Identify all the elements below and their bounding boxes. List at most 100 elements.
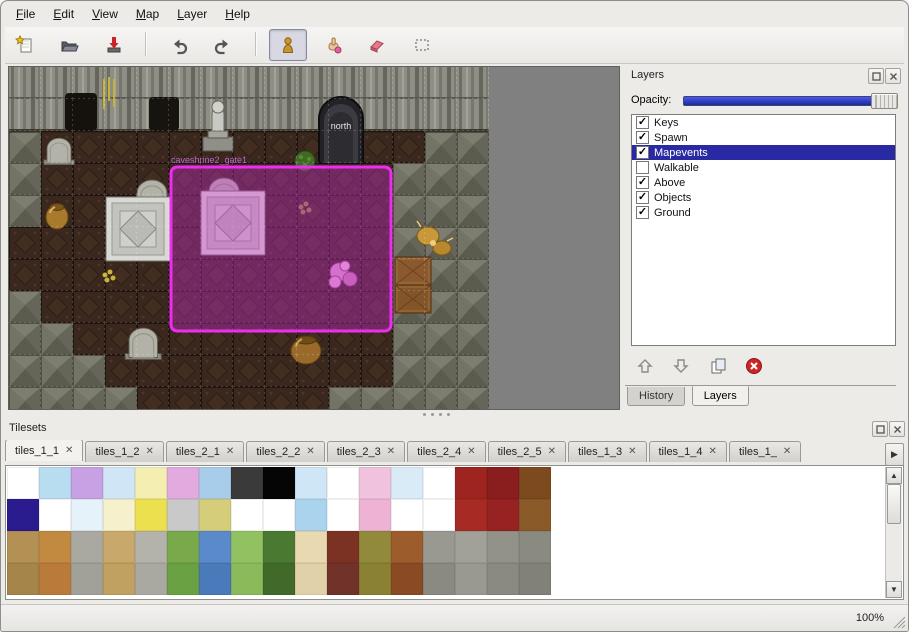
layer-visibility-checkbox[interactable]: ✓ [636, 116, 649, 129]
menu-item-help[interactable]: Help [216, 4, 259, 24]
tileset-tab-tiles_1_4[interactable]: tiles_1_4✕ [649, 441, 727, 462]
tab-close-icon[interactable]: ✕ [306, 447, 314, 457]
tileset-tile[interactable] [391, 467, 423, 499]
tileset-tab-tiles_2_4[interactable]: tiles_2_4✕ [407, 441, 485, 462]
raise-layer-button[interactable] [631, 353, 659, 379]
tileset-tile[interactable] [39, 499, 71, 531]
tab-close-icon[interactable]: ✕ [783, 447, 791, 457]
tab-history[interactable]: History [627, 387, 685, 406]
tileset-grid[interactable] [7, 467, 551, 595]
tileset-tile[interactable] [103, 563, 135, 595]
map-viewport[interactable]: caveshrine2_gate1 north [8, 66, 620, 410]
menu-item-file[interactable]: File [7, 4, 44, 24]
tab-close-icon[interactable]: ✕ [65, 446, 73, 456]
tileset-tile[interactable] [455, 499, 487, 531]
tileset-tile[interactable] [487, 563, 519, 595]
splitter-handle[interactable] [419, 411, 453, 417]
tileset-tile[interactable] [423, 531, 455, 563]
tileset-tab-tiles_2_1[interactable]: tiles_2_1✕ [166, 441, 244, 462]
tileset-tile[interactable] [327, 467, 359, 499]
tileset-view[interactable]: ▲ ▼ [5, 465, 904, 600]
layer-visibility-checkbox[interactable]: ✓ [636, 146, 649, 159]
tileset-tile[interactable] [519, 531, 551, 563]
layer-row-keys[interactable]: ✓Keys [632, 115, 895, 130]
tileset-tile[interactable] [71, 467, 103, 499]
layer-visibility-checkbox[interactable]: ✓ [636, 176, 649, 189]
tileset-tile[interactable] [263, 499, 295, 531]
tileset-tile[interactable] [231, 531, 263, 563]
layer-row-walkable[interactable]: Walkable [632, 160, 895, 175]
tileset-tile[interactable] [295, 467, 327, 499]
tab-close-icon[interactable]: ✕ [628, 447, 636, 457]
save-button[interactable] [95, 29, 133, 61]
tab-close-icon[interactable]: ✕ [145, 447, 153, 457]
brush-tool-button[interactable] [314, 29, 352, 61]
menu-item-layer[interactable]: Layer [168, 4, 216, 24]
tileset-tile[interactable] [263, 563, 295, 595]
opacity-slider-handle[interactable] [871, 93, 898, 109]
float-panel-button[interactable] [868, 68, 884, 84]
tileset-tile[interactable] [519, 563, 551, 595]
tab-close-icon[interactable]: ✕ [226, 447, 234, 457]
tileset-tab-tiles_1_[interactable]: tiles_1_✕ [729, 441, 801, 462]
tileset-tile[interactable] [167, 563, 199, 595]
tileset-tile[interactable] [327, 499, 359, 531]
tileset-tile[interactable] [519, 467, 551, 499]
tab-close-icon[interactable]: ✕ [548, 447, 556, 457]
tileset-tile[interactable] [71, 531, 103, 563]
tileset-tile[interactable] [71, 563, 103, 595]
tileset-tile[interactable] [167, 531, 199, 563]
tileset-tile[interactable] [135, 499, 167, 531]
tileset-tile[interactable] [327, 563, 359, 595]
tileset-tile[interactable] [487, 499, 519, 531]
layer-list[interactable]: ✓Keys✓Spawn✓MapeventsWalkable✓Above✓Obje… [631, 114, 896, 346]
tileset-tile[interactable] [423, 467, 455, 499]
select-tool-button[interactable] [403, 29, 441, 61]
tileset-tile[interactable] [295, 531, 327, 563]
tileset-scrollbar[interactable]: ▲ ▼ [885, 467, 902, 598]
tab-scroll-right-button[interactable]: ▶ [885, 443, 904, 466]
layer-row-above[interactable]: ✓Above [632, 175, 895, 190]
selection-rectangle[interactable] [171, 167, 391, 331]
layer-row-objects[interactable]: ✓Objects [632, 190, 895, 205]
tileset-tile[interactable] [359, 467, 391, 499]
redo-button[interactable] [204, 29, 242, 61]
tileset-tile[interactable] [391, 531, 423, 563]
tileset-tile[interactable] [199, 499, 231, 531]
tileset-tile[interactable] [231, 499, 263, 531]
map-canvas[interactable]: caveshrine2_gate1 north [9, 67, 489, 409]
tileset-tile[interactable] [7, 531, 39, 563]
tileset-tile[interactable] [199, 563, 231, 595]
undo-button[interactable] [160, 29, 198, 61]
lower-layer-button[interactable] [667, 353, 695, 379]
menu-item-edit[interactable]: Edit [44, 4, 83, 24]
tab-close-icon[interactable]: ✕ [709, 447, 717, 457]
tileset-tile[interactable] [103, 531, 135, 563]
scroll-down-button[interactable]: ▼ [886, 581, 902, 598]
tileset-tab-tiles_2_5[interactable]: tiles_2_5✕ [488, 441, 566, 462]
tileset-tile[interactable] [263, 531, 295, 563]
tileset-tile[interactable] [391, 499, 423, 531]
tileset-tab-tiles_1_2[interactable]: tiles_1_2✕ [85, 441, 163, 462]
tab-layers[interactable]: Layers [692, 386, 749, 406]
tileset-tile[interactable] [327, 531, 359, 563]
menu-item-view[interactable]: View [83, 4, 127, 24]
tileset-tile[interactable] [39, 531, 71, 563]
tileset-tile[interactable] [359, 531, 391, 563]
tileset-tile[interactable] [39, 563, 71, 595]
layer-visibility-checkbox[interactable]: ✓ [636, 206, 649, 219]
tileset-tile[interactable] [135, 467, 167, 499]
layer-visibility-checkbox[interactable]: ✓ [636, 191, 649, 204]
eraser-tool-button[interactable] [358, 29, 396, 61]
new-file-button[interactable] [6, 29, 44, 61]
layer-row-ground[interactable]: ✓Ground [632, 205, 895, 220]
event-stamp-tool-button[interactable] [269, 29, 307, 61]
tileset-tile[interactable] [391, 563, 423, 595]
tileset-tile[interactable] [39, 467, 71, 499]
tileset-tile[interactable] [423, 563, 455, 595]
tileset-tile[interactable] [359, 499, 391, 531]
tileset-tile[interactable] [7, 563, 39, 595]
tileset-tile[interactable] [455, 531, 487, 563]
tileset-tile[interactable] [231, 467, 263, 499]
tileset-tile[interactable] [519, 499, 551, 531]
